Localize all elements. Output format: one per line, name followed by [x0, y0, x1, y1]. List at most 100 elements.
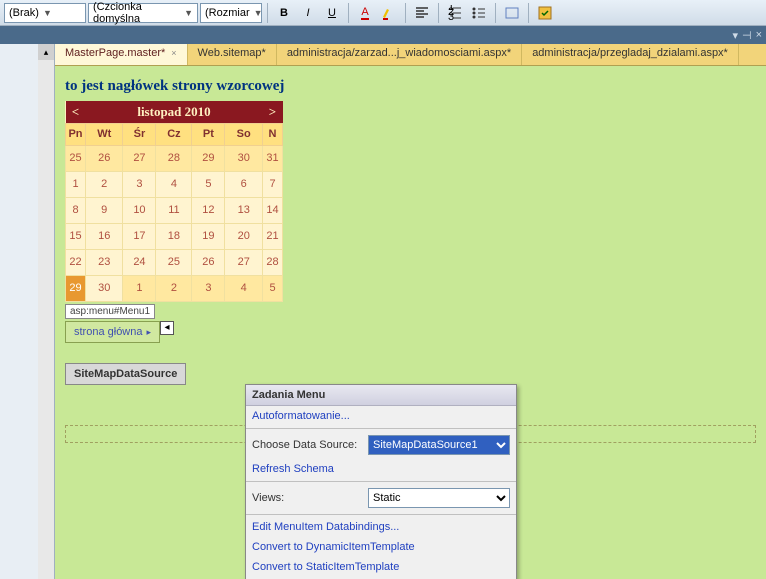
options-button[interactable]	[534, 3, 556, 23]
calendar-day[interactable]: 20	[225, 223, 263, 249]
calendar-day[interactable]: 5	[263, 275, 283, 301]
autoformat-link[interactable]: Autoformatowanie...	[252, 410, 350, 422]
calendar-day[interactable]: 19	[192, 223, 225, 249]
size-dropdown-value: (Rozmiar	[205, 7, 250, 19]
document-tab[interactable]: administracja/przegladaj_dzialami.aspx*	[522, 44, 739, 65]
numbered-list-button[interactable]: 123	[444, 3, 466, 23]
calendar-day[interactable]: 28	[263, 249, 283, 275]
calendar-day[interactable]: 25	[66, 145, 86, 171]
bullet-list-button[interactable]	[468, 3, 490, 23]
smart-panel-title: Zadania Menu	[246, 385, 516, 406]
bold-button[interactable]: B	[273, 3, 295, 23]
calendar-day[interactable]: 26	[192, 249, 225, 275]
pin-icon[interactable]: ⊣	[742, 29, 752, 42]
calendar-day[interactable]: 27	[123, 145, 156, 171]
datasource-select[interactable]: SiteMapDataSource1	[368, 435, 510, 455]
underline-button[interactable]: U	[321, 3, 343, 23]
calendar-day[interactable]: 4	[225, 275, 263, 301]
calendar-day[interactable]: 2	[156, 275, 192, 301]
calendar-day[interactable]: 14	[263, 197, 283, 223]
arrow-down-icon[interactable]: ▾	[732, 29, 738, 42]
document-tab[interactable]: administracja/zarzad...j_wiadomosciami.a…	[277, 44, 522, 65]
calendar-day[interactable]: 10	[123, 197, 156, 223]
calendar-day[interactable]: 31	[263, 145, 283, 171]
calendar-day[interactable]: 18	[156, 223, 192, 249]
separator	[528, 3, 529, 23]
menu-root-item[interactable]: strona główna ▸	[65, 321, 160, 343]
calendar-day[interactable]: 1	[66, 171, 86, 197]
datasource-label: Choose Data Source:	[252, 439, 362, 451]
calendar-day[interactable]: 30	[225, 145, 263, 171]
calendar-day-header: So	[225, 123, 263, 145]
calendar-day[interactable]: 2	[86, 171, 123, 197]
convert-dynamic-link[interactable]: Convert to DynamicItemTemplate	[252, 541, 415, 553]
calendar-month: listopad 2010	[86, 101, 263, 123]
document-tabs: MasterPage.master*×Web.sitemap*administr…	[55, 44, 766, 66]
font-dropdown[interactable]: (Czcionka domyślna▼	[88, 3, 198, 23]
calendar-day[interactable]: 11	[156, 197, 192, 223]
datasource-control[interactable]: SiteMapDataSource	[65, 363, 186, 385]
calendar-day-header: Cz	[156, 123, 192, 145]
calendar-day[interactable]: 17	[123, 223, 156, 249]
align-button[interactable]	[411, 3, 433, 23]
edit-databindings-link[interactable]: Edit MenuItem Databindings...	[252, 521, 399, 533]
close-icon[interactable]: ×	[756, 29, 762, 41]
formatting-toolbar: (Brak)▼ (Czcionka domyślna▼ (Rozmiar▼ B …	[0, 0, 766, 26]
separator	[246, 428, 516, 429]
calendar-day[interactable]: 13	[225, 197, 263, 223]
scrollbar[interactable]	[38, 44, 54, 579]
calendar-day[interactable]: 27	[225, 249, 263, 275]
calendar-day[interactable]: 28	[156, 145, 192, 171]
document-tab[interactable]: MasterPage.master*×	[55, 44, 188, 65]
size-dropdown[interactable]: (Rozmiar▼	[200, 3, 262, 23]
calendar-day-header: Pt	[192, 123, 225, 145]
style-dropdown[interactable]: (Brak)▼	[4, 3, 86, 23]
calendar-day[interactable]: 29	[192, 145, 225, 171]
control-tag[interactable]: asp:menu#Menu1	[65, 304, 155, 319]
calendar-day[interactable]: 24	[123, 249, 156, 275]
misc-button[interactable]	[501, 3, 523, 23]
workspace: ▴ MasterPage.master*×Web.sitemap*adminis…	[0, 44, 766, 579]
calendar-prev-button[interactable]: <	[66, 101, 86, 123]
calendar-day[interactable]: 15	[66, 223, 86, 249]
separator	[405, 3, 406, 23]
calendar-day[interactable]: 25	[156, 249, 192, 275]
calendar-day[interactable]: 23	[86, 249, 123, 275]
calendar-day[interactable]: 16	[86, 223, 123, 249]
calendar-day[interactable]: 9	[86, 197, 123, 223]
views-select[interactable]: Static	[368, 488, 510, 508]
menu-item-label: strona główna	[74, 326, 143, 338]
document-tab[interactable]: Web.sitemap*	[188, 44, 277, 65]
main-editor: MasterPage.master*×Web.sitemap*administr…	[55, 44, 766, 579]
calendar-day[interactable]: 7	[263, 171, 283, 197]
convert-static-link[interactable]: Convert to StaticItemTemplate	[252, 561, 399, 573]
calendar-day[interactable]: 22	[66, 249, 86, 275]
calendar[interactable]: < listopad 2010 > PnWtŚrCzPtSoN 25262728…	[65, 101, 283, 302]
refresh-schema-link[interactable]: Refresh Schema	[252, 463, 334, 475]
style-dropdown-value: (Brak)	[9, 7, 39, 19]
italic-button[interactable]: I	[297, 3, 319, 23]
calendar-day[interactable]: 30	[86, 275, 123, 301]
separator	[348, 3, 349, 23]
scroll-up-icon[interactable]: ▴	[38, 44, 54, 60]
calendar-day[interactable]: 4	[156, 171, 192, 197]
calendar-day[interactable]: 12	[192, 197, 225, 223]
calendar-day[interactable]: 3	[123, 171, 156, 197]
calendar-day[interactable]: 29	[66, 275, 86, 301]
close-icon[interactable]: ×	[171, 48, 176, 58]
design-canvas[interactable]: to jest nagłówek strony wzorcowej < list…	[55, 66, 766, 579]
highlight-button[interactable]	[378, 3, 400, 23]
calendar-day[interactable]: 5	[192, 171, 225, 197]
calendar-day[interactable]: 8	[66, 197, 86, 223]
separator	[438, 3, 439, 23]
calendar-day[interactable]: 26	[86, 145, 123, 171]
font-color-button[interactable]: A	[354, 3, 376, 23]
separator	[267, 3, 268, 23]
smart-tag-button[interactable]: ◂	[160, 321, 174, 335]
calendar-day[interactable]: 6	[225, 171, 263, 197]
calendar-day[interactable]: 1	[123, 275, 156, 301]
calendar-next-button[interactable]: >	[263, 101, 283, 123]
calendar-day[interactable]: 3	[192, 275, 225, 301]
calendar-day[interactable]: 21	[263, 223, 283, 249]
chevron-right-icon: ▸	[147, 327, 152, 337]
